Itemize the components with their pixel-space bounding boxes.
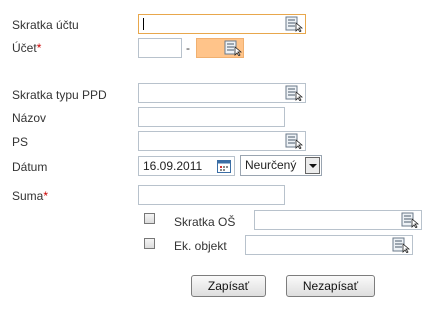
- lookup-list-icon[interactable]: [285, 133, 303, 149]
- ucet-prefix-input[interactable]: [139, 39, 181, 57]
- ek-objekt-input[interactable]: [246, 236, 394, 254]
- calendar-icon[interactable]: [216, 158, 232, 174]
- ucet-number-input[interactable]: [197, 39, 227, 57]
- skratka-typu-ppd-label: Skratka typu PPD: [12, 88, 107, 102]
- skratka-os-input[interactable]: [255, 211, 403, 229]
- ek-objekt-label: Ek. objekt: [174, 239, 227, 253]
- ek-objekt-field[interactable]: [245, 235, 413, 255]
- datum-type-select[interactable]: Neurčený: [240, 155, 322, 176]
- lookup-list-icon[interactable]: [285, 85, 303, 101]
- save-button[interactable]: Zapísať: [191, 275, 266, 297]
- suma-field[interactable]: [138, 185, 285, 205]
- ek-objekt-checkbox[interactable]: [144, 238, 155, 249]
- skratka-uctu-field[interactable]: [138, 14, 306, 34]
- nazov-label: Názov: [12, 111, 47, 125]
- skratka-typu-ppd-input[interactable]: [139, 84, 287, 102]
- lookup-list-icon[interactable]: [224, 40, 242, 56]
- text-caret: [143, 18, 144, 30]
- datum-field[interactable]: [138, 156, 235, 176]
- datum-input[interactable]: [139, 157, 217, 175]
- ucet-prefix-field[interactable]: [138, 38, 182, 58]
- skratka-uctu-input[interactable]: [139, 15, 305, 33]
- suma-input[interactable]: [139, 186, 284, 204]
- skratka-os-checkbox[interactable]: [144, 213, 155, 224]
- skratka-os-label: Skratka OŠ: [174, 215, 236, 229]
- skratka-typu-ppd-field[interactable]: [138, 83, 306, 103]
- suma-label: Suma*: [12, 189, 49, 203]
- datum-type-selected: Neurčený: [245, 158, 297, 172]
- ps-input[interactable]: [139, 132, 287, 150]
- nazov-input[interactable]: [139, 108, 284, 126]
- ucet-label: Účet*: [12, 41, 42, 55]
- nazov-field[interactable]: [138, 107, 285, 127]
- ucet-number-field[interactable]: [196, 38, 244, 58]
- datum-label: Dátum: [12, 160, 48, 174]
- ps-field[interactable]: [138, 131, 306, 151]
- lookup-list-icon[interactable]: [285, 16, 303, 32]
- ucet-separator: -: [186, 41, 190, 55]
- skratka-uctu-label: Skratka účtu: [12, 18, 79, 32]
- ps-label: PS: [12, 135, 29, 149]
- skratka-os-field[interactable]: [254, 210, 422, 230]
- lookup-list-icon[interactable]: [392, 237, 410, 253]
- cancel-button[interactable]: Nezapísať: [286, 275, 375, 297]
- lookup-list-icon[interactable]: [401, 212, 419, 228]
- chevron-down-icon[interactable]: [305, 157, 320, 174]
